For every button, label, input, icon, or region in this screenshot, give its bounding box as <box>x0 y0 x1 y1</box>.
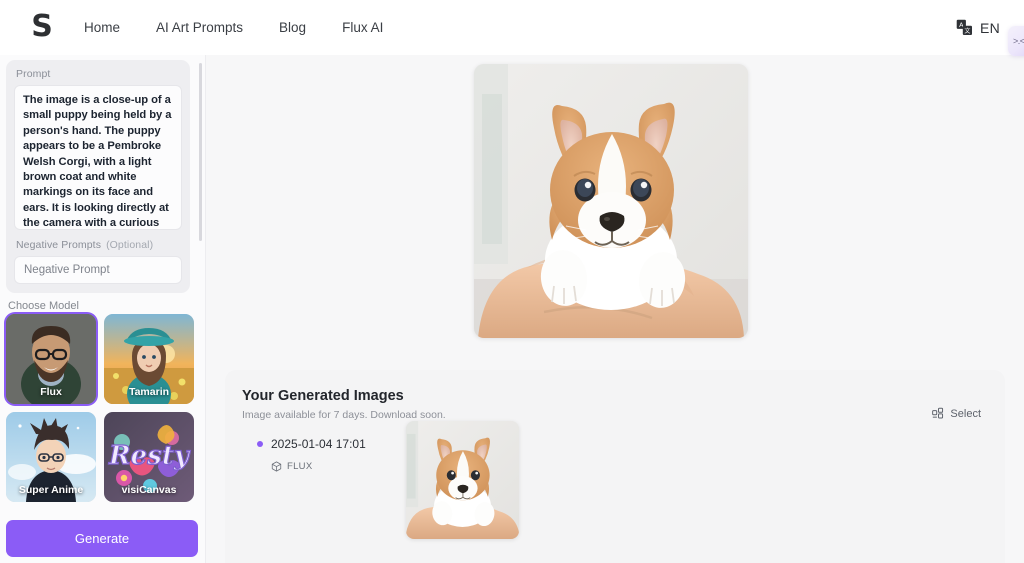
prompt-scrollbar[interactable] <box>199 63 202 241</box>
negative-prompt-label: Negative Prompts (Optional) <box>14 239 182 251</box>
cube-icon <box>271 461 282 472</box>
select-button[interactable]: Select <box>932 407 981 420</box>
negative-prompt-placeholder: Negative Prompt <box>24 264 110 276</box>
main-content: Your Generated Images Image available fo… <box>206 55 1024 563</box>
prompt-text: The image is a close-up of a small puppy… <box>23 94 172 230</box>
corgi-puppy-thumbnail-illustration <box>406 421 519 539</box>
negative-prompt-optional-tag: (Optional) <box>106 239 154 251</box>
select-label: Select <box>950 407 981 420</box>
generated-image-entry: 2025-01-04 17:01 FLUX <box>257 437 366 472</box>
generate-button[interactable]: Generate <box>6 520 198 557</box>
result-model-label: FLUX <box>287 461 313 472</box>
results-subtitle: Image available for 7 days. Download soo… <box>242 409 446 421</box>
language-label: EN <box>979 19 1000 36</box>
model-card-visicanvas[interactable]: Resty visiCanvas <box>104 412 194 502</box>
result-timestamp: 2025-01-04 17:01 <box>271 437 366 451</box>
site-logo-text: S <box>31 9 53 44</box>
site-logo[interactable]: S <box>25 10 59 44</box>
model-name-visicanvas: visiCanvas <box>121 484 177 496</box>
model-grid: Flux Tamarin Super Anime Resty visiCanva… <box>6 314 194 502</box>
svg-text:Resty: Resty <box>108 441 191 471</box>
nav-item-flux-ai[interactable]: Flux AI <box>342 20 401 35</box>
nav-item-blog[interactable]: Blog <box>279 20 324 35</box>
language-switcher[interactable]: A 文 EN <box>956 0 1000 55</box>
primary-nav: Home AI Art Prompts Blog Flux AI <box>84 0 401 55</box>
corgi-puppy-illustration <box>474 64 748 338</box>
model-name-super-anime: Super Anime <box>18 484 84 496</box>
model-card-super-anime[interactable]: Super Anime <box>6 412 96 502</box>
generated-images-card: Your Generated Images Image available fo… <box>225 370 1005 563</box>
prompt-label: Prompt <box>16 68 51 80</box>
negative-prompt-input[interactable]: Negative Prompt <box>14 256 182 284</box>
result-thumbnail[interactable] <box>406 421 519 539</box>
model-name-tamarin: Tamarin <box>128 386 170 398</box>
widget-chip-face: >.< <box>1013 36 1024 46</box>
status-dot-icon <box>257 441 263 447</box>
svg-text:文: 文 <box>964 27 970 35</box>
prompt-input[interactable]: The image is a close-up of a small puppy… <box>14 85 182 230</box>
negative-prompt-label-text: Negative Prompts <box>16 239 102 251</box>
hero-generated-image[interactable] <box>474 64 748 338</box>
result-timestamp-row: 2025-01-04 17:01 <box>257 437 366 451</box>
nav-item-ai-art-prompts[interactable]: AI Art Prompts <box>156 20 261 35</box>
choose-model-label: Choose Model <box>8 300 79 312</box>
model-card-flux[interactable]: Flux <box>6 314 96 404</box>
translate-icon: A 文 <box>956 19 972 36</box>
grid-select-icon <box>932 407 944 419</box>
results-title: Your Generated Images <box>242 388 404 404</box>
top-navbar: S Home AI Art Prompts Blog Flux AI A 文 E… <box>0 0 1024 56</box>
model-card-tamarin[interactable]: Tamarin <box>104 314 194 404</box>
result-model-row: FLUX <box>271 461 366 472</box>
prompt-panel: Prompt The image is a close-up of a smal… <box>6 60 190 293</box>
widget-chip-icon[interactable]: >.< <box>1008 26 1024 56</box>
model-name-flux: Flux <box>40 386 62 398</box>
nav-item-home[interactable]: Home <box>84 20 138 35</box>
left-control-panel: Prompt The image is a close-up of a smal… <box>0 55 206 563</box>
app-root: S Home AI Art Prompts Blog Flux AI A 文 E… <box>0 0 1024 563</box>
